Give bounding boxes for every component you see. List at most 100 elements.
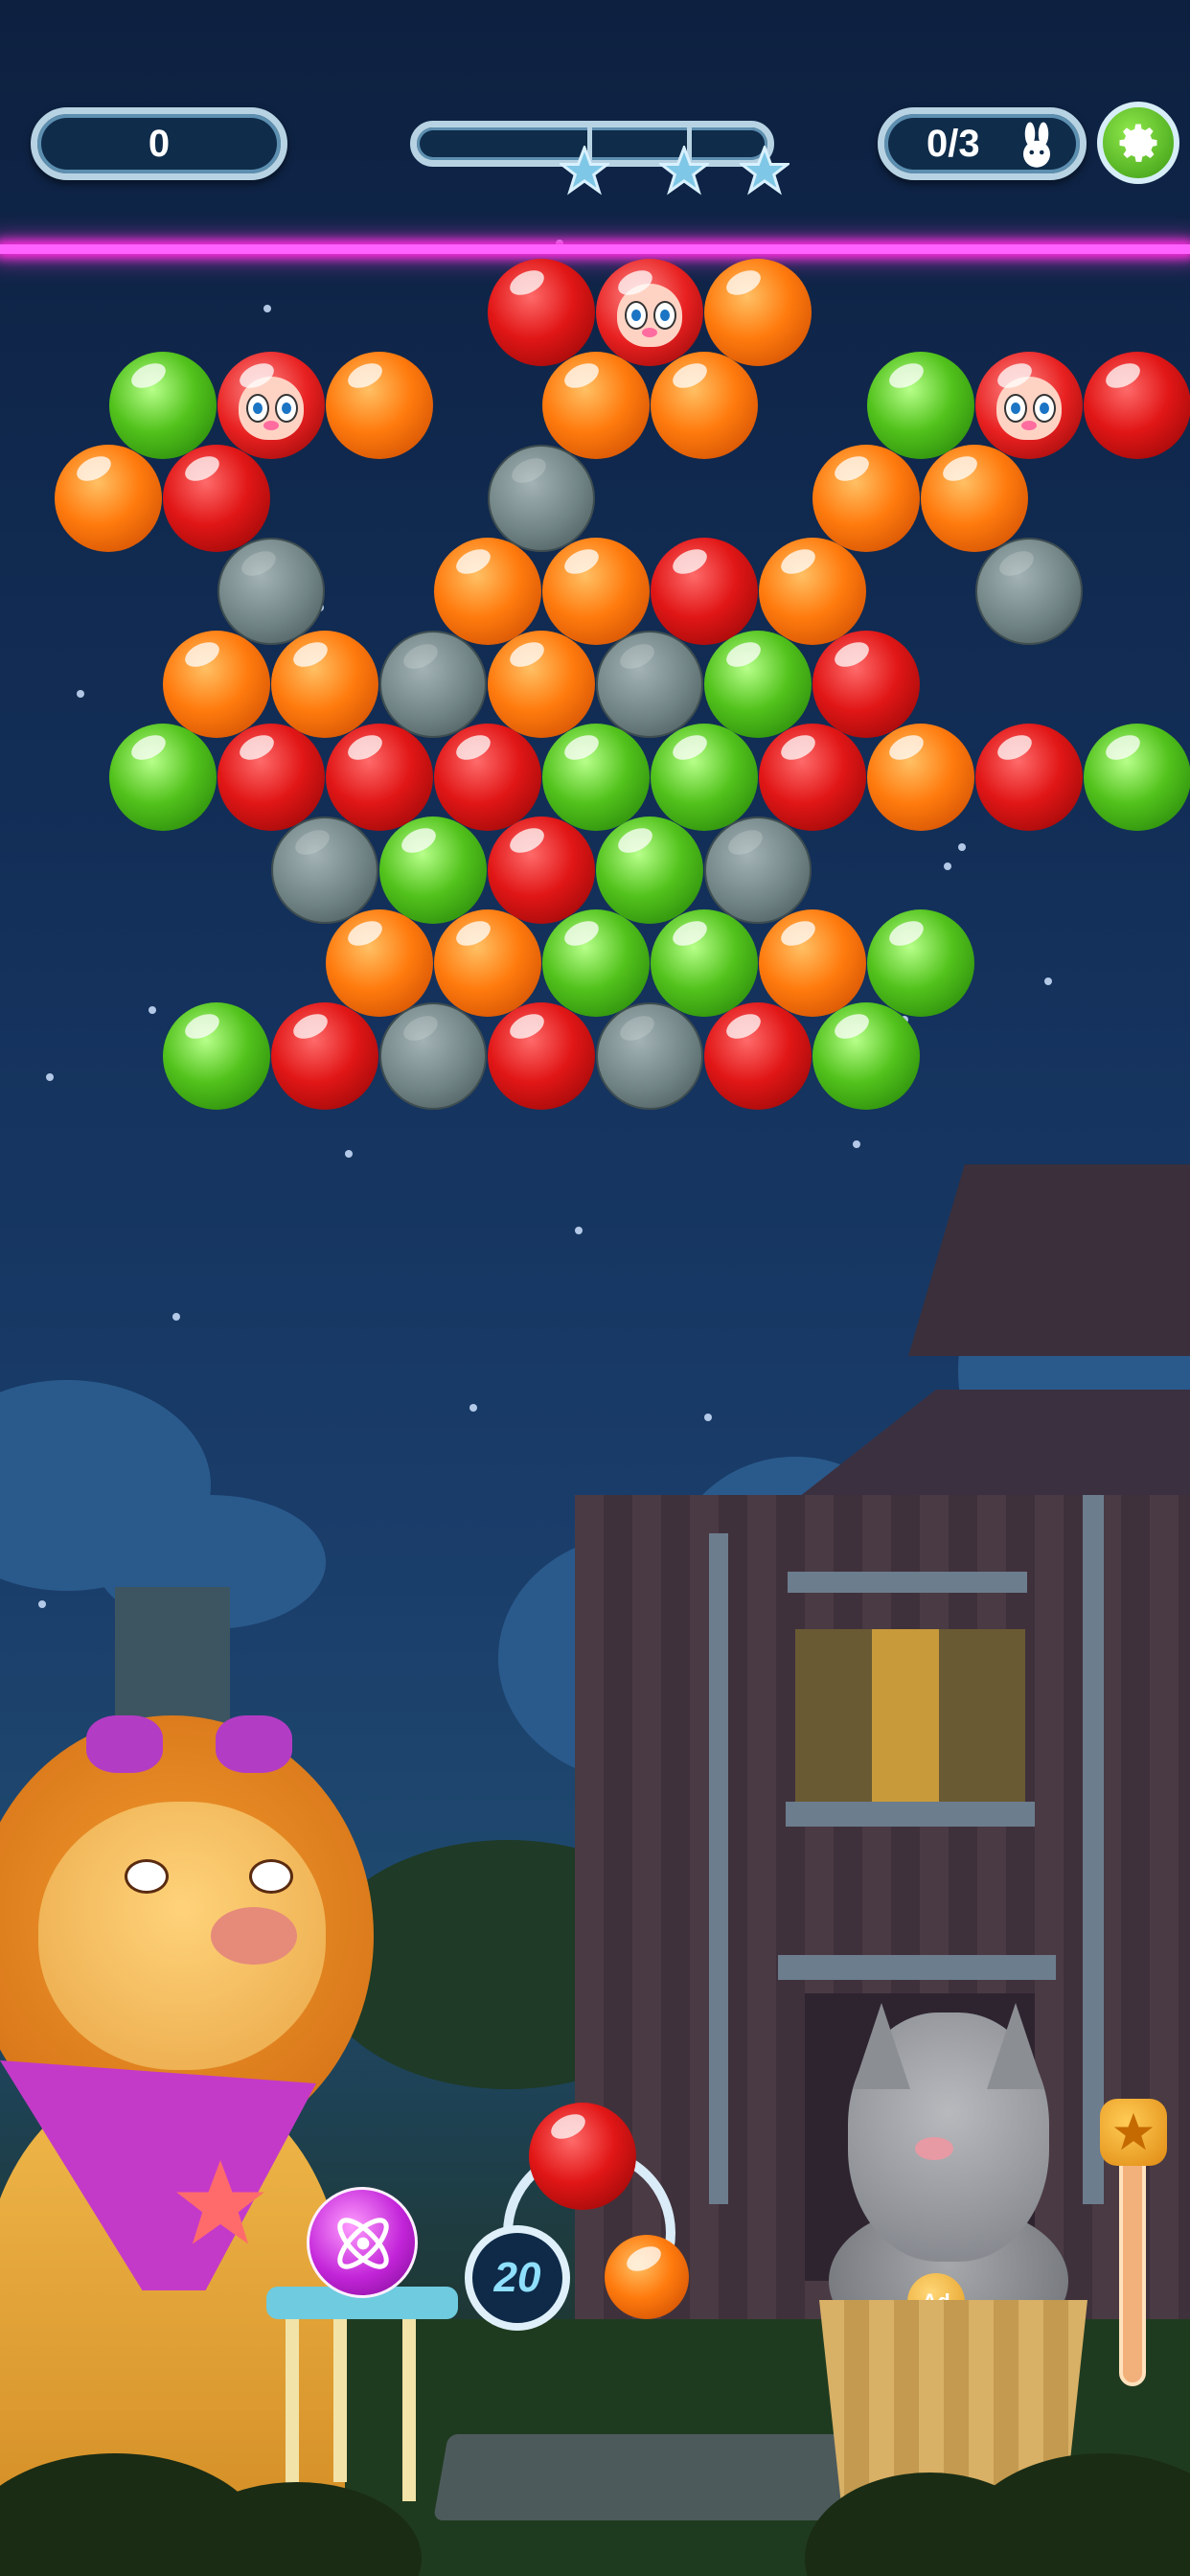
- critter-face: [238, 377, 304, 440]
- green-bubble: [541, 724, 650, 831]
- orange-bubble: [541, 538, 650, 645]
- moves-counter: 20: [465, 2225, 570, 2331]
- sky-star: [469, 1404, 477, 1412]
- sky-star: [172, 1313, 180, 1321]
- red-bubble: [325, 724, 433, 831]
- green-bubble: [650, 909, 758, 1017]
- gear-icon: [1119, 124, 1157, 162]
- orange-bubble: [866, 724, 974, 831]
- orange-bubble: [55, 445, 162, 552]
- sky-star: [853, 1140, 860, 1148]
- critter-nose: [642, 328, 657, 337]
- orange-bubble: [163, 631, 270, 738]
- green-bubble: [108, 352, 217, 459]
- goal-value: 0/3: [927, 122, 980, 165]
- orange-bubble: [433, 538, 541, 645]
- bunny-icon: [1023, 122, 1050, 168]
- orange-bubble: [325, 352, 433, 459]
- critter-nose: [263, 421, 279, 430]
- star-icon: [1113, 2112, 1154, 2150]
- star-icon: [740, 146, 790, 196]
- score-display: 0: [31, 107, 287, 180]
- sky-star: [704, 1414, 712, 1421]
- orange-bubble: [433, 909, 541, 1017]
- red-bubble: [488, 816, 595, 924]
- sky-star: [345, 1150, 353, 1158]
- barn-roof-top: [908, 1164, 1190, 1356]
- sky-star: [77, 690, 84, 698]
- critter-nose: [1020, 421, 1037, 430]
- orange-bubble: [650, 352, 758, 459]
- settings-button[interactable]: [1097, 102, 1179, 184]
- barn-trim: [709, 1533, 728, 2204]
- lion-eye: [125, 1859, 169, 1894]
- booster-button[interactable]: [307, 2187, 418, 2298]
- trapped-critter-bubble: [217, 352, 325, 459]
- game-screen[interactable]: 0 0/3 20: [0, 0, 1190, 2576]
- critter-face: [995, 377, 1062, 440]
- critter-face: [617, 284, 682, 347]
- stone-bubble: [596, 631, 703, 738]
- orange-bubble: [541, 352, 650, 459]
- trapped-critter-bubble: [974, 352, 1083, 459]
- stone-bubble: [217, 538, 325, 645]
- sky-star: [1044, 978, 1052, 985]
- star-icon: [560, 146, 609, 196]
- red-bubble: [974, 724, 1083, 831]
- sky-star: [958, 843, 966, 851]
- sky-star: [944, 862, 951, 870]
- red-bubble: [704, 1002, 812, 1110]
- barn-trim: [778, 1955, 1056, 1980]
- red-bubble: [488, 259, 595, 366]
- critter-eye: [653, 301, 676, 330]
- orange-bubble: [758, 909, 866, 1017]
- orange-bubble: [758, 538, 866, 645]
- orange-bubble: [812, 445, 920, 552]
- green-bubble: [812, 1002, 920, 1110]
- sky-star: [38, 1600, 46, 1608]
- lion-nose: [211, 1907, 297, 1965]
- stone-bubble: [596, 1002, 703, 1110]
- stone-bubble: [488, 445, 595, 552]
- green-bubble: [541, 909, 650, 1017]
- stone-bubble: [379, 1002, 487, 1110]
- sky-star: [46, 1073, 54, 1081]
- stool-leg: [402, 2310, 416, 2501]
- next-bubble[interactable]: [605, 2235, 689, 2319]
- green-bubble: [379, 816, 487, 924]
- green-bubble: [163, 1002, 270, 1110]
- sky-star: [575, 1227, 583, 1234]
- green-bubble: [704, 631, 812, 738]
- lion-eye: [249, 1859, 293, 1894]
- magic-orb-icon: [337, 2218, 389, 2269]
- critter-eye: [625, 301, 648, 330]
- orange-bubble: [271, 631, 378, 738]
- critter-eye: [1003, 394, 1027, 423]
- red-bubble: [433, 724, 541, 831]
- stool-leg: [286, 2310, 299, 2501]
- sky-star: [263, 305, 271, 312]
- stone-bubble: [271, 816, 378, 924]
- critter-eye: [245, 394, 269, 423]
- orange-bubble: [704, 259, 812, 366]
- loaded-bubble[interactable]: [529, 2103, 636, 2210]
- stool-leg: [333, 2310, 347, 2482]
- moves-value: 20: [493, 2254, 541, 2301]
- barn-trim: [1083, 1495, 1104, 2204]
- booster-meter-cap[interactable]: [1100, 2099, 1167, 2166]
- green-bubble: [1083, 724, 1190, 831]
- star-icon: [659, 146, 709, 196]
- stone-bubble: [974, 538, 1083, 645]
- booster-meter: [1119, 2128, 1146, 2386]
- lion-bow: [216, 1715, 292, 1773]
- trapped-critter-bubble: [596, 259, 703, 366]
- red-bubble: [758, 724, 866, 831]
- danger-line: [0, 244, 1190, 254]
- green-bubble: [108, 724, 217, 831]
- sky-star: [149, 1006, 156, 1014]
- critter-eye: [1032, 394, 1056, 423]
- stone-bubble: [704, 816, 812, 924]
- barn-window-light: [872, 1629, 939, 1802]
- red-bubble: [163, 445, 270, 552]
- lion-star-icon: [176, 2160, 264, 2244]
